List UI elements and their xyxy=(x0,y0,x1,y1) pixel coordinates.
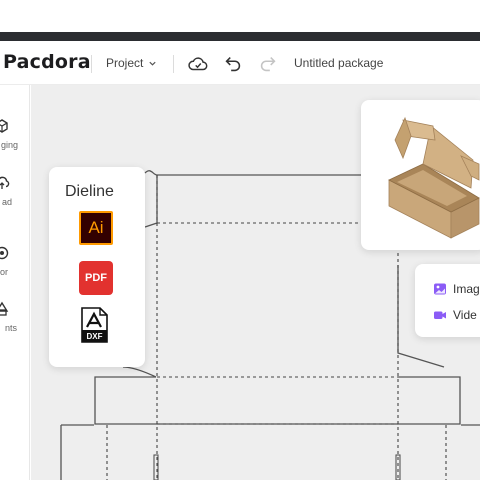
media-export-panel: Imag Vide xyxy=(415,264,480,337)
export-video-item[interactable]: Vide xyxy=(433,306,477,324)
dxf-document-glyph: DXF xyxy=(81,307,108,343)
video-icon xyxy=(434,311,446,319)
header-divider xyxy=(91,55,92,73)
upload-icon xyxy=(0,176,10,189)
image-icon xyxy=(434,283,446,295)
export-image-label: Imag xyxy=(453,282,480,296)
box-3d-preview xyxy=(388,116,480,239)
app-logo[interactable]: Pacdora xyxy=(3,51,91,73)
export-video-label: Vide xyxy=(453,308,477,322)
export-image-item[interactable]: Imag xyxy=(433,280,480,298)
window-top-bar xyxy=(0,32,480,41)
pdf-format-label: PDF xyxy=(85,272,107,284)
3d-preview-card[interactable] xyxy=(361,100,480,250)
sidebar-item-packaging[interactable]: ging xyxy=(0,118,30,158)
app-header: Pacdora Project Untitled package xyxy=(0,41,480,85)
sidebar-item-label: nts xyxy=(4,323,17,333)
sidebar-item-color[interactable]: or xyxy=(0,245,30,285)
project-menu[interactable]: Project xyxy=(106,56,157,70)
left-sidebar: ging ad or nts xyxy=(0,85,30,480)
sidebar-item-label: or xyxy=(0,267,8,277)
header-divider xyxy=(173,55,174,73)
sidebar-item-label: ging xyxy=(0,140,18,150)
dieline-download-panel: Dieline Ai PDF DXF xyxy=(49,167,145,367)
ai-format-label: Ai xyxy=(88,218,104,237)
document-title[interactable]: Untitled package xyxy=(294,56,383,70)
sidebar-item-upload[interactable]: ad xyxy=(0,175,30,215)
chevron-down-icon xyxy=(149,61,156,66)
pdf-file-icon[interactable]: PDF xyxy=(79,261,113,295)
cloud-save-icon[interactable] xyxy=(187,53,209,75)
design-canvas[interactable]: Dieline Ai PDF DXF Imag Vide xyxy=(31,85,480,480)
sidebar-item-elements[interactable]: nts xyxy=(0,301,30,341)
redo-icon[interactable] xyxy=(257,53,279,75)
undo-icon[interactable] xyxy=(222,53,244,75)
sidebar-item-label: ad xyxy=(1,197,12,207)
project-menu-label: Project xyxy=(106,56,144,70)
dieline-panel-title: Dieline xyxy=(65,183,114,200)
packaging-icon xyxy=(0,119,8,133)
ai-file-icon[interactable]: Ai xyxy=(79,211,113,245)
dxf-format-label: DXF xyxy=(87,332,103,341)
color-icon xyxy=(0,246,9,260)
dxf-file-icon[interactable]: DXF xyxy=(79,307,113,343)
elements-icon xyxy=(0,301,9,316)
